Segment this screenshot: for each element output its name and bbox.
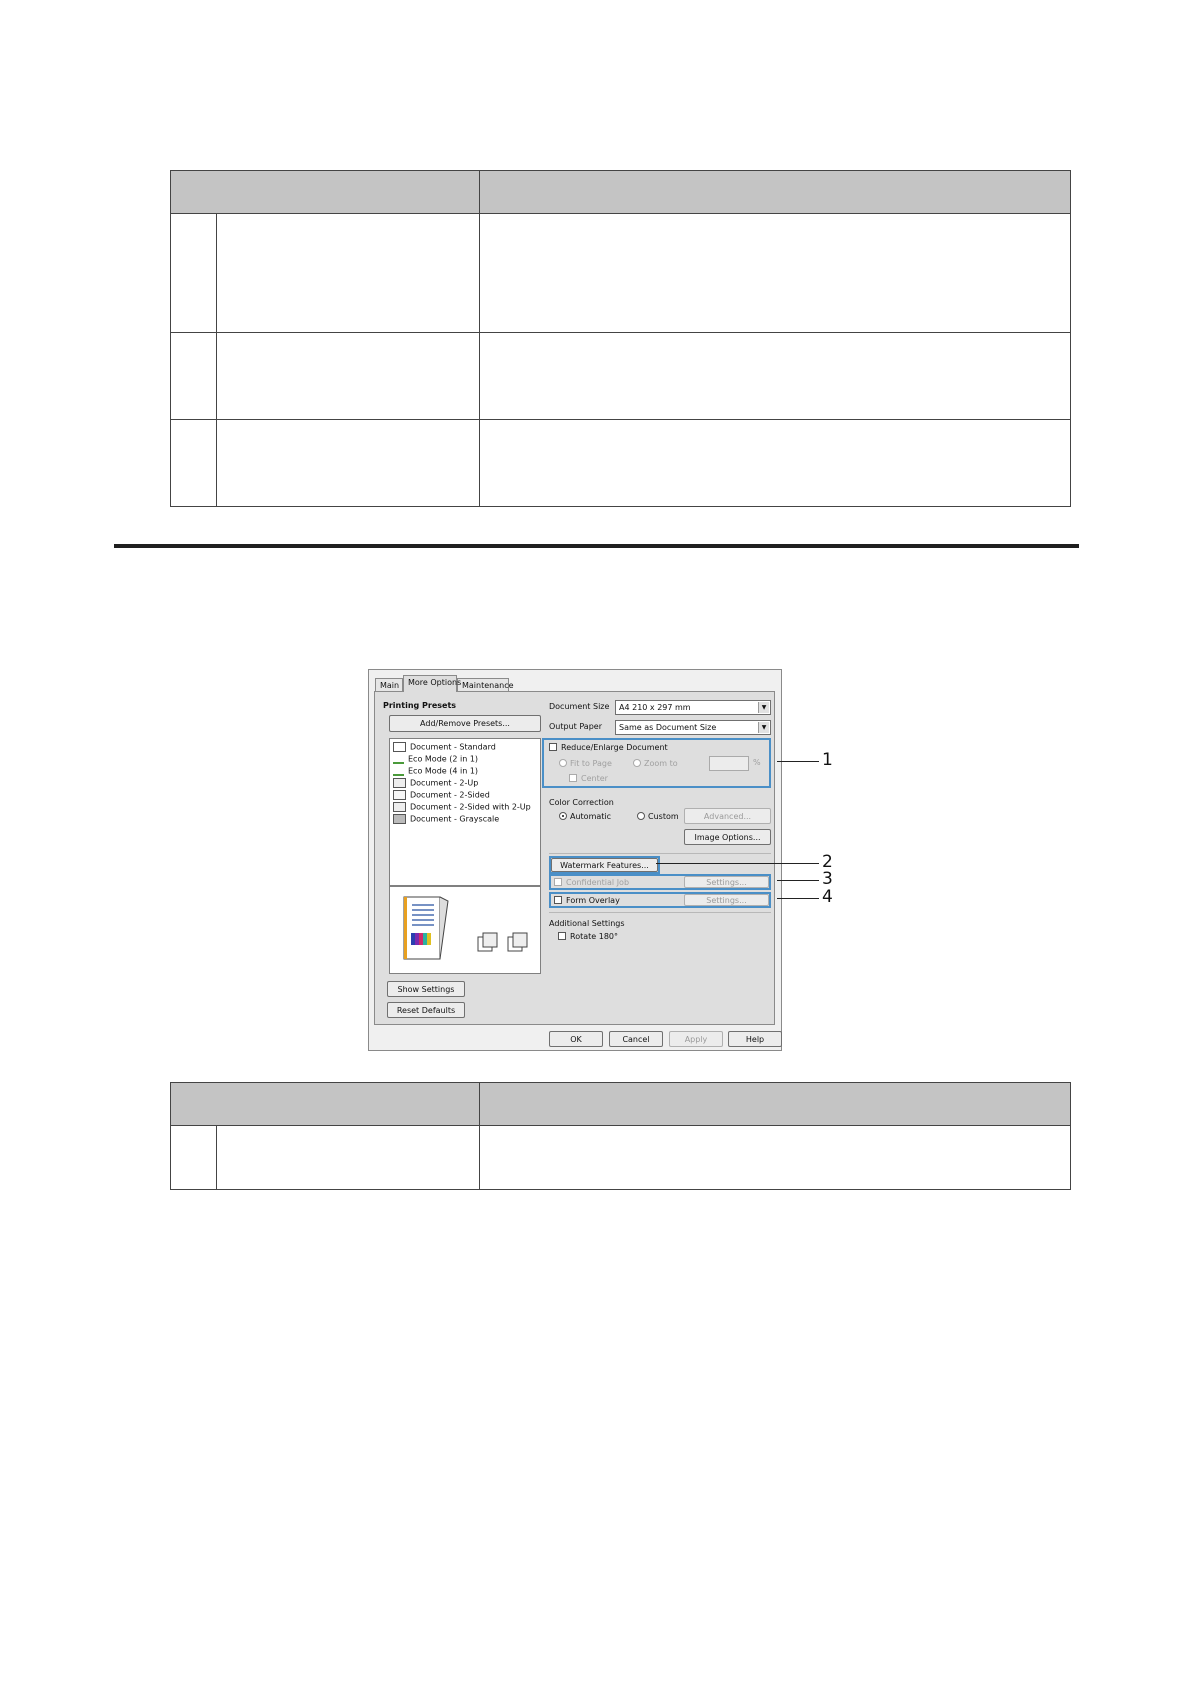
- list-item[interactable]: Eco Mode (2 in 1): [393, 754, 478, 765]
- table-row: [170, 419, 1071, 507]
- document-size-label: Document Size: [549, 702, 610, 711]
- list-item[interactable]: Document - Grayscale: [393, 814, 499, 825]
- callout-leader: [777, 880, 819, 881]
- table-header-cell: [479, 170, 1071, 214]
- chevron-down-icon: ▼: [758, 722, 769, 733]
- table-cell: [216, 1125, 480, 1190]
- cancel-button[interactable]: Cancel: [609, 1031, 663, 1047]
- zoom-to-label: Zoom to: [644, 759, 678, 768]
- tab-maintenance[interactable]: Maintenance: [457, 678, 514, 692]
- add-remove-presets-button[interactable]: Add/Remove Presets...: [389, 715, 541, 732]
- eco-leaf-icon: [393, 754, 404, 764]
- more-options-panel: Printing Presets Add/Remove Presets... D…: [374, 691, 775, 1025]
- callout-number: 1: [822, 750, 833, 770]
- list-item[interactable]: Eco Mode (4 in 1): [393, 766, 478, 777]
- document-size-value: A4 210 x 297 mm: [619, 703, 691, 712]
- document-preview-icon: [403, 896, 528, 960]
- table-cell: [479, 213, 1071, 333]
- output-paper-label: Output Paper: [549, 722, 602, 731]
- print-preview: [389, 886, 541, 974]
- table-row: [170, 1125, 1071, 1190]
- output-paper-select[interactable]: Same as Document Size ▼: [615, 720, 771, 735]
- grayscale-icon: [393, 814, 406, 824]
- list-item[interactable]: Document - Standard: [393, 742, 496, 753]
- group-divider: [549, 912, 771, 913]
- callout-leader: [777, 761, 819, 762]
- form-overlay-checkbox[interactable]: [554, 896, 562, 904]
- custom-label: Custom: [648, 812, 679, 821]
- two-sided-icon: [393, 790, 406, 800]
- table-cell: [216, 332, 480, 420]
- two-up-icon: [393, 778, 406, 788]
- table-cell: [479, 332, 1071, 420]
- table-header-row: [170, 1082, 1071, 1126]
- chevron-down-icon: ▼: [758, 702, 769, 713]
- table-row: [170, 332, 1071, 420]
- list-item[interactable]: Document - 2-Sided: [393, 790, 490, 801]
- form-overlay-label: Form Overlay: [566, 896, 620, 905]
- table-header-cell: [479, 1082, 1071, 1126]
- eco-leaf-icon: [393, 766, 404, 776]
- document-icon: [393, 742, 406, 752]
- callout-number: 3: [822, 869, 833, 889]
- form-overlay-settings-button[interactable]: Settings...: [684, 894, 769, 906]
- tab-main[interactable]: Main: [375, 678, 403, 692]
- reduce-enlarge-label: Reduce/Enlarge Document: [561, 743, 668, 752]
- callout-leader: [656, 863, 819, 864]
- table-cell: [216, 419, 480, 507]
- percent-label: %: [753, 758, 761, 767]
- help-button[interactable]: Help: [728, 1031, 782, 1047]
- group-divider: [549, 853, 771, 854]
- image-options-button[interactable]: Image Options...: [684, 829, 771, 845]
- center-label: Center: [581, 774, 608, 783]
- printer-driver-dialog: Main More Options Maintenance Printing P…: [368, 669, 782, 1051]
- presets-list[interactable]: Document - Standard Eco Mode (2 in 1) Ec…: [389, 738, 541, 886]
- table-cell: [170, 1125, 217, 1190]
- rotate-180-label: Rotate 180°: [570, 932, 619, 941]
- zoom-to-radio[interactable]: [633, 759, 641, 767]
- watermark-features-button[interactable]: Watermark Features...: [551, 858, 658, 872]
- tab-more-options[interactable]: More Options: [403, 675, 461, 692]
- two-sided-two-up-icon: [393, 802, 406, 812]
- table-cell: [170, 213, 217, 333]
- table-row: [170, 213, 1071, 333]
- table-cell: [216, 213, 480, 333]
- table-header-cell: [170, 1082, 480, 1126]
- additional-settings-label: Additional Settings: [549, 919, 625, 928]
- fit-to-page-label: Fit to Page: [570, 759, 612, 768]
- printing-presets-title: Printing Presets: [383, 701, 457, 710]
- document-size-select[interactable]: A4 210 x 297 mm ▼: [615, 700, 771, 715]
- automatic-label: Automatic: [570, 812, 612, 821]
- automatic-radio[interactable]: [559, 812, 567, 820]
- fit-to-page-radio[interactable]: [559, 759, 567, 767]
- apply-button[interactable]: Apply: [669, 1031, 723, 1047]
- top-table: [170, 170, 1071, 507]
- list-item[interactable]: Document - 2-Sided with 2-Up: [393, 802, 531, 813]
- output-paper-value: Same as Document Size: [619, 723, 717, 732]
- show-settings-button[interactable]: Show Settings: [387, 981, 465, 997]
- section-divider: [114, 544, 1079, 548]
- callout-number: 4: [822, 887, 833, 907]
- table-cell: [170, 332, 217, 420]
- advanced-button[interactable]: Advanced...: [684, 808, 771, 824]
- reduce-enlarge-checkbox[interactable]: [549, 743, 557, 751]
- list-item[interactable]: Document - 2-Up: [393, 778, 478, 789]
- rotate-180-checkbox[interactable]: [558, 932, 566, 940]
- reset-defaults-button[interactable]: Reset Defaults: [387, 1002, 465, 1018]
- zoom-percent-spinner[interactable]: [709, 756, 749, 771]
- confidential-job-checkbox[interactable]: [554, 878, 562, 886]
- confidential-settings-button[interactable]: Settings...: [684, 876, 769, 888]
- table-cell: [479, 1125, 1071, 1190]
- table-cell: [479, 419, 1071, 507]
- custom-radio[interactable]: [637, 812, 645, 820]
- bottom-table: [170, 1082, 1071, 1190]
- table-header-row: [170, 170, 1071, 214]
- color-correction-label: Color Correction: [549, 798, 614, 807]
- confidential-job-label: Confidential Job: [566, 878, 630, 887]
- table-header-cell: [170, 170, 480, 214]
- table-cell: [170, 419, 217, 507]
- ok-button[interactable]: OK: [549, 1031, 603, 1047]
- center-checkbox[interactable]: [569, 774, 577, 782]
- callout-leader: [777, 898, 819, 899]
